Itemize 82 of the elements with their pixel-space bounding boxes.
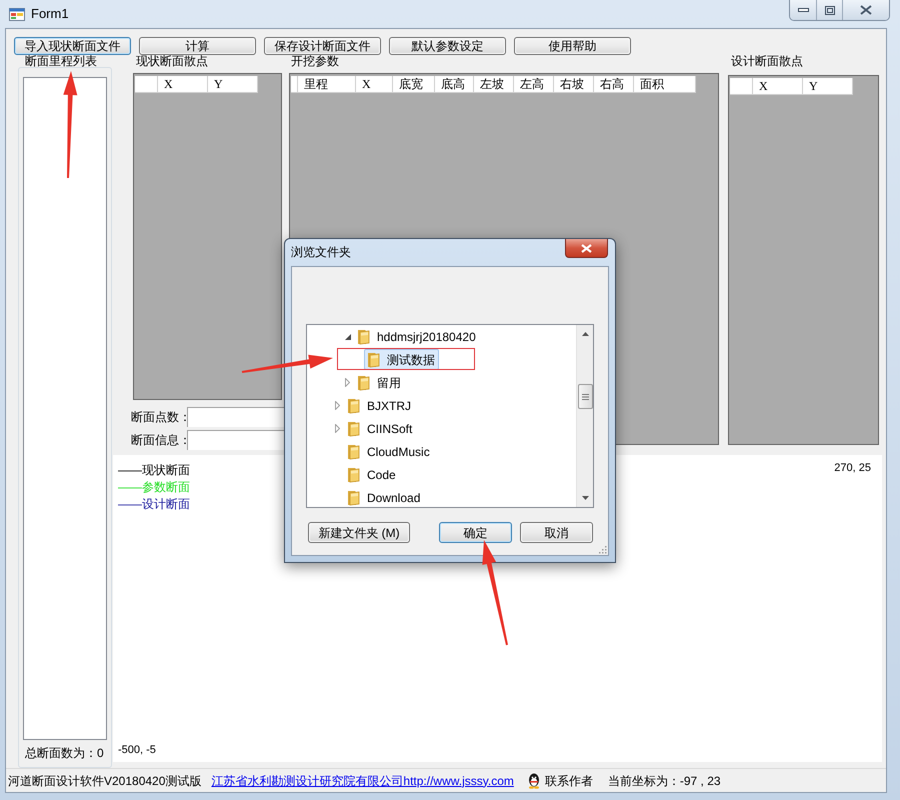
dialog-button[interactable]: 取消 [520, 522, 593, 543]
tree-item[interactable]: Code [344, 464, 400, 485]
grip-lines-icon [582, 394, 588, 400]
field-label: 断面点数： [130, 409, 187, 426]
input-field[interactable] [187, 430, 285, 450]
folder-icon [356, 374, 371, 390]
grid-corner [135, 76, 158, 93]
coordinate-readout: 当前坐标为：-97 , 23 [608, 772, 721, 790]
scrollbar-track[interactable] [576, 325, 593, 507]
group-title: 现状断面散点 [135, 55, 209, 70]
folder-icon [346, 466, 361, 482]
tree-item[interactable]: CIINSoft [344, 418, 416, 439]
close-button[interactable] [565, 239, 608, 258]
tree-item[interactable]: CloudMusic [344, 441, 434, 462]
dialog-title: 浏览文件夹 [290, 244, 351, 259]
column-header[interactable]: 左坡 [474, 76, 514, 93]
column-header[interactable]: 底宽 [393, 76, 435, 93]
penguin-icon [526, 772, 541, 788]
expanded-triangle-icon[interactable] [344, 334, 350, 340]
toolbar-button[interactable]: 默认参数设定 [389, 37, 506, 55]
scroll-down-icon[interactable] [582, 496, 588, 500]
window-title: Form1 [31, 5, 69, 24]
folder-icon [346, 398, 361, 414]
min-coordinate-label: -500, -5 [118, 744, 157, 757]
folder-icon [356, 328, 371, 344]
column-header[interactable]: 底高 [435, 76, 474, 93]
collapsed-triangle-icon[interactable] [335, 401, 340, 410]
dialog-button[interactable]: 新建文件夹 (M) [308, 522, 410, 543]
column-header[interactable]: 右高 [594, 76, 634, 93]
tree-item[interactable]: Download [344, 487, 424, 507]
folder-tree[interactable]: hddmsjrj20180420 测试数据 留用 BJXTRJ CIINSoft CloudMusic Code Download [306, 324, 594, 508]
legend-item: ——参数断面 [118, 479, 190, 496]
maximize-icon [824, 6, 834, 14]
tree-item[interactable]: 测试数据 [364, 349, 439, 370]
column-header[interactable]: 里程 [298, 76, 356, 93]
toolbar-button[interactable]: 导入现状断面文件 [14, 37, 131, 55]
column-header[interactable]: X [158, 76, 208, 93]
group-title: 设计断面散点 [730, 55, 804, 70]
legend-item: ——设计断面 [118, 496, 190, 513]
app-icon [9, 6, 25, 22]
field-label: 断面信息： [130, 432, 187, 449]
collapsed-triangle-icon[interactable] [345, 378, 350, 387]
dialog-button[interactable]: 确定 [439, 522, 512, 543]
group-title: 开挖参数 [290, 55, 340, 70]
folder-icon [346, 420, 361, 436]
close-button[interactable] [843, 0, 889, 20]
minimize-icon [798, 8, 808, 12]
column-header[interactable]: Y [803, 78, 853, 95]
grid-corner [291, 76, 298, 93]
scroll-up-icon[interactable] [582, 332, 588, 336]
collapsed-triangle-icon[interactable] [335, 424, 340, 433]
tree-item[interactable]: 留用 [354, 372, 405, 393]
folder-icon [346, 490, 361, 506]
legend-item: ——现状断面 [118, 462, 190, 479]
maximize-button[interactable] [817, 0, 843, 20]
section-list[interactable] [23, 77, 107, 740]
total-count: 总断面数为：0 [24, 746, 105, 760]
toolbar-button[interactable]: 使用帮助 [514, 37, 631, 55]
folder-icon [346, 444, 361, 460]
toolbar-button[interactable]: 计算 [139, 37, 256, 55]
tree-item[interactable]: BJXTRJ [344, 395, 416, 416]
input-field[interactable] [187, 407, 285, 427]
toolbar-button[interactable]: 保存设计断面文件 [264, 37, 381, 55]
column-header[interactable]: 左高 [514, 76, 554, 93]
column-header[interactable]: Y [208, 76, 258, 93]
grid-corner [730, 78, 753, 95]
column-header[interactable]: 面积 [634, 76, 696, 93]
status-text: 河道断面设计软件V20180420测试版 [8, 772, 202, 790]
resize-grip-icon[interactable] [598, 545, 607, 554]
contact-author-button[interactable]: 联系作者 [526, 772, 593, 790]
group-title: 断面里程列表 [24, 55, 98, 67]
max-coordinate-label: 270, 25 [834, 462, 872, 475]
minimize-button[interactable] [790, 0, 817, 20]
column-header[interactable]: X [753, 78, 803, 95]
close-icon [860, 5, 872, 15]
tree-item[interactable]: hddmsjrj20180420 [354, 326, 480, 347]
folder-icon [366, 352, 381, 368]
scroll-thumb[interactable] [578, 384, 592, 409]
column-header[interactable]: 右坡 [554, 76, 594, 93]
company-link[interactable]: 江苏省水利勘测设计研究院有限公司http://www.jsssy.com [211, 772, 514, 790]
close-icon [581, 244, 592, 252]
column-header[interactable]: X [356, 76, 393, 93]
